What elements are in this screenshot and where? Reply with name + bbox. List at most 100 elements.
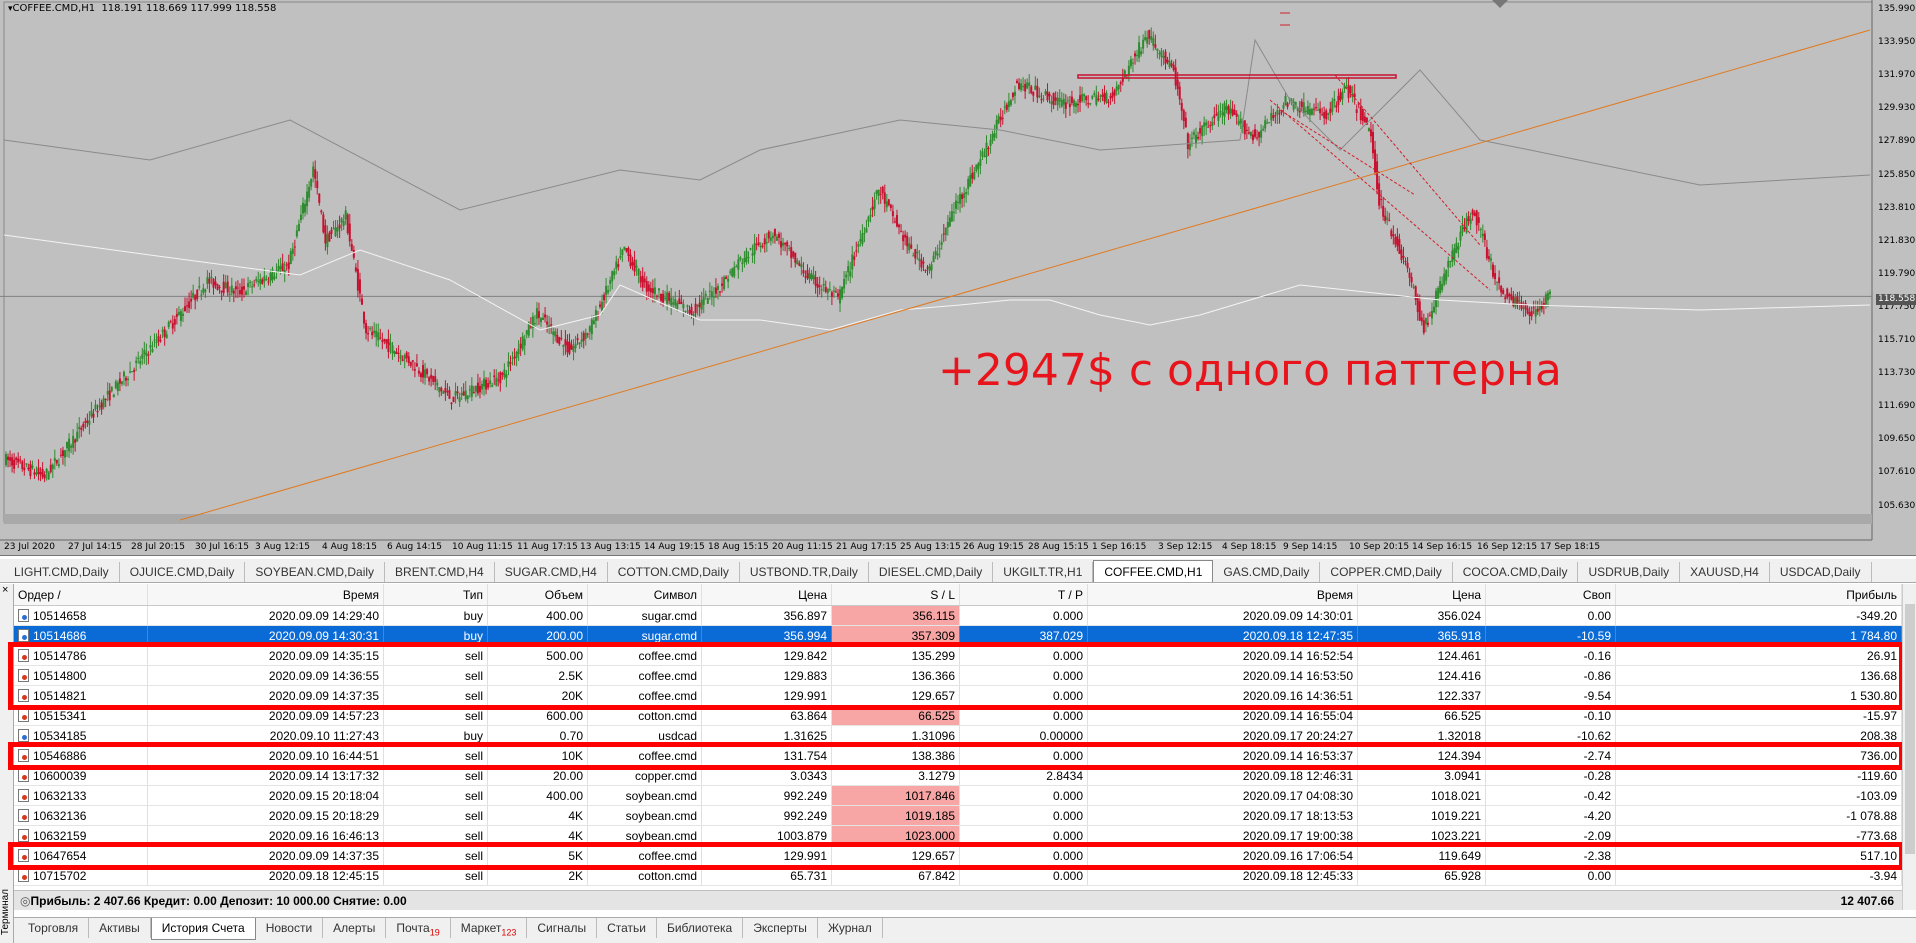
table-row[interactable]: 10514800 2020.09.09 14:36:55 sell 2.5K coffe… <box>14 666 1902 686</box>
cell-profit: 1 530.80 <box>1616 686 1902 705</box>
table-row[interactable]: 10632159 2020.09.16 16:46:13 sell 4K soybean… <box>14 826 1902 846</box>
chart-tab[interactable]: DIESEL.CMD,Daily <box>869 562 994 582</box>
column-header[interactable]: Объем <box>488 584 588 605</box>
terminal-tab[interactable]: Активы <box>89 918 151 938</box>
candle-body <box>47 472 50 480</box>
candle-body <box>560 338 563 340</box>
table-row[interactable]: 10514658 2020.09.09 14:29:40 buy 400.00 suga… <box>14 606 1902 626</box>
price-tick-label: 131.970 <box>1878 70 1916 81</box>
terminal-tab[interactable]: История Счета <box>150 918 256 940</box>
candle-body <box>318 193 321 203</box>
chart-tab[interactable]: SOYBEAN.CMD,Daily <box>245 562 386 582</box>
candle-body <box>167 322 170 328</box>
cell-time-close: 2020.09.14 16:53:50 <box>1088 666 1358 685</box>
close-terminal-icon[interactable]: × <box>2 584 8 596</box>
column-header[interactable]: Прибыль <box>1616 584 1902 605</box>
candle-body <box>131 371 134 373</box>
candle-body <box>308 186 311 198</box>
column-header[interactable]: Цена <box>1358 584 1486 605</box>
terminal-tab[interactable]: Эксперты <box>743 918 818 938</box>
candle-body <box>867 216 870 222</box>
candle-body <box>1081 94 1084 102</box>
candle-body <box>576 338 579 341</box>
column-header[interactable]: Цена <box>702 584 832 605</box>
table-row[interactable]: 10632136 2020.09.15 20:18:29 sell 4K soybean… <box>14 806 1902 826</box>
table-row[interactable]: 10647654 2020.09.09 14:37:35 sell 5K coffee.… <box>14 846 1902 866</box>
table-row[interactable]: 10515341 2020.09.09 14:57:23 sell 600.00 cot… <box>14 706 1902 726</box>
chart-tab[interactable]: COFFEE.CMD,H1 <box>1093 560 1214 582</box>
vertical-scrollbar[interactable] <box>1902 584 1916 910</box>
chart-ohlc: 118.191 118.669 117.999 118.558 <box>101 3 277 14</box>
candle-body <box>660 293 663 301</box>
cell-time-open: 2020.09.09 14:35:15 <box>148 646 384 665</box>
cell-price-open: 63.864 <box>702 706 832 725</box>
candle-body <box>505 374 508 379</box>
terminal-tab[interactable]: Статьи <box>597 918 657 938</box>
table-row[interactable]: 10534185 2020.09.10 11:27:43 buy 0.70 usdcad… <box>14 726 1902 746</box>
column-header[interactable]: Символ <box>588 584 702 605</box>
cell-price-close: 119.649 <box>1358 846 1486 865</box>
chart-tab[interactable]: LIGHT.CMD,Daily <box>4 562 120 582</box>
price-chart[interactable]: COFFEE.CMD,H1 118.191 118.669 117.999 11… <box>0 0 1916 556</box>
table-row[interactable]: 10514821 2020.09.09 14:37:35 sell 20K coffee… <box>14 686 1902 706</box>
candle-body <box>1170 63 1173 66</box>
candle-body <box>29 464 32 476</box>
table-row[interactable]: 10514686 2020.09.09 14:30:31 buy 200.00 suga… <box>14 626 1902 646</box>
candle-body <box>462 391 465 396</box>
scrollbar-thumb[interactable] <box>1905 604 1915 854</box>
table-row[interactable]: 10514786 2020.09.09 14:35:15 sell 500.00 cof… <box>14 646 1902 666</box>
column-header[interactable]: S / L <box>832 584 960 605</box>
chart-tab[interactable]: UKGILT.TR,H1 <box>993 562 1094 582</box>
candle-body <box>1243 120 1246 135</box>
candle-body <box>332 228 335 230</box>
chart-tab[interactable]: GAS.CMD,Daily <box>1213 562 1321 582</box>
chart-canvas[interactable] <box>0 0 1916 556</box>
chart-tab[interactable]: COPPER.CMD,Daily <box>1320 562 1453 582</box>
chart-tab[interactable]: USDCAD,Daily <box>1770 562 1872 582</box>
candle-body <box>601 301 604 311</box>
candle-body <box>125 377 128 381</box>
candle-body <box>1548 291 1551 295</box>
column-header[interactable]: T / P <box>960 584 1088 605</box>
column-header[interactable]: Тип <box>384 584 488 605</box>
cell-type: buy <box>384 626 488 645</box>
candle-body <box>1418 301 1421 321</box>
terminal-tab[interactable]: Журнал <box>818 918 883 938</box>
candle-body <box>1327 113 1330 115</box>
chart-tab[interactable]: XAUUSD,H4 <box>1680 562 1770 582</box>
table-row[interactable]: 10632133 2020.09.15 20:18:04 sell 400.00 soy… <box>14 786 1902 806</box>
terminal-tab[interactable]: Библиотека <box>657 918 744 938</box>
terminal-tab[interactable]: Сигналы <box>527 918 598 938</box>
chart-tab[interactable]: USDRUB,Daily <box>1578 562 1681 582</box>
cell-order: 10715702 <box>14 866 148 885</box>
chart-tab[interactable]: SUGAR.CMD,H4 <box>495 562 608 582</box>
table-row[interactable]: 10546886 2020.09.10 16:44:51 sell 10K coffee… <box>14 746 1902 766</box>
table-row[interactable]: 10715702 2020.09.18 12:45:15 sell 2K cotton.… <box>14 866 1902 886</box>
terminal-tab[interactable]: Маркет123 <box>451 918 528 938</box>
candle-body <box>1412 286 1415 288</box>
terminal-tab[interactable]: Алерты <box>323 918 387 938</box>
cell-price-close: 1019.221 <box>1358 806 1486 825</box>
column-header[interactable]: Своп <box>1486 584 1616 605</box>
chart-tab[interactable]: OJUICE.CMD,Daily <box>120 562 246 582</box>
column-header[interactable]: Время <box>148 584 384 605</box>
candle-body <box>224 282 227 289</box>
column-header[interactable]: Время <box>1088 584 1358 605</box>
chart-tab[interactable]: COCOA.CMD,Daily <box>1453 562 1579 582</box>
chart-tab[interactable]: COTTON.CMD,Daily <box>608 562 740 582</box>
chart-tab[interactable]: USTBOND.TR,Daily <box>740 562 869 582</box>
candle-body <box>139 360 142 364</box>
column-header[interactable]: Ордер / <box>14 584 148 605</box>
candle-body <box>851 254 854 270</box>
terminal-tab[interactable]: Новости <box>256 918 324 938</box>
chart-tab[interactable]: BRENT.CMD,H4 <box>385 562 495 582</box>
table-row[interactable]: 10600039 2020.09.14 13:17:32 sell 20.00 copp… <box>14 766 1902 786</box>
candle-body <box>857 243 860 247</box>
candle-body <box>395 351 398 354</box>
candle-body <box>232 290 235 294</box>
terminal-tab[interactable]: Почта19 <box>386 918 451 938</box>
trade-line-3 <box>1334 74 1481 246</box>
candle-body <box>959 193 962 204</box>
terminal-tab[interactable]: Торговля <box>18 918 90 938</box>
candle-body <box>171 323 174 329</box>
